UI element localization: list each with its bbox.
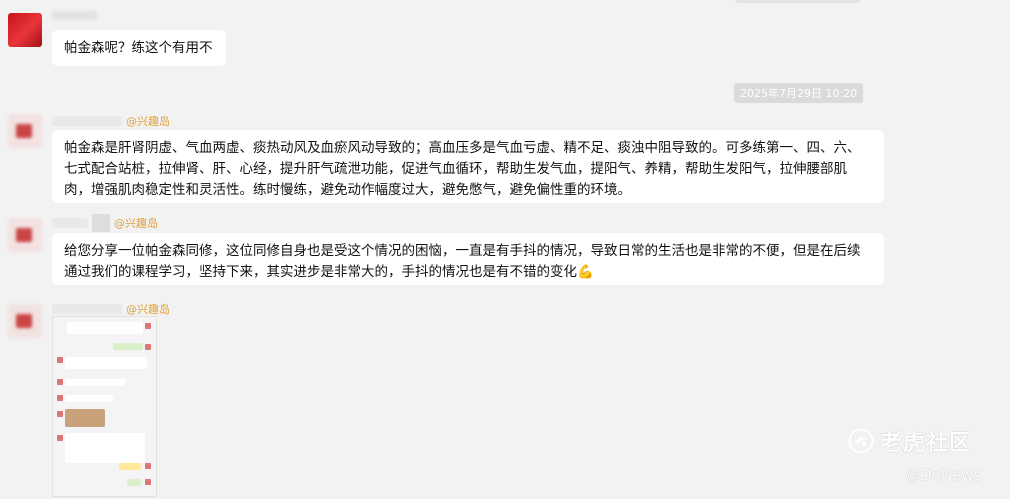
- watermark-credit: @DoNews: [905, 466, 982, 484]
- message-bubble[interactable]: 帕金森是肝肾阴虚、气血两虚、痰热动风及血瘀风动导致的；高血压多是气血亏虚、精不足…: [52, 130, 884, 203]
- chat-screenshot-image[interactable]: [52, 316, 157, 497]
- sender-name-blurred: [52, 115, 122, 126]
- avatar[interactable]: [8, 13, 42, 47]
- avatar[interactable]: [8, 218, 42, 252]
- message-bubble[interactable]: 给您分享一位帕金森同修，这位同修自身也是受这个情况的困恼，一直是有手抖的情况，导…: [52, 233, 884, 285]
- tiger-logo-icon: [848, 428, 874, 454]
- sender-mention: @兴趣岛: [126, 115, 170, 128]
- avatar[interactable]: [8, 304, 42, 338]
- sender-name-blurred: [52, 217, 88, 228]
- message-text: 帕金森呢？练这个有用不: [64, 40, 213, 56]
- message-text: 帕金森是肝肾阴虚、气血两虚、痰热动风及血瘀风动导致的；高血压多是气血亏虚、精不足…: [64, 140, 861, 198]
- sender-line: @兴趣岛: [52, 212, 158, 232]
- flexed-biceps-icon: 💪: [577, 264, 594, 280]
- sender-line: @兴趣岛: [52, 110, 170, 128]
- sender-mention: @兴趣岛: [114, 217, 158, 230]
- sender-name-blurred: [52, 303, 122, 314]
- sender-mention: @兴趣岛: [126, 303, 170, 316]
- watermark-logo: 老虎社区: [848, 425, 972, 457]
- sender-avatar-blurred: [92, 213, 110, 232]
- message-text: 给您分享一位帕金森同修，这位同修自身也是受这个情况的困恼，一直是有手抖的情况，导…: [64, 243, 861, 280]
- watermark-logo-text: 老虎社区: [880, 431, 973, 456]
- sender-line: @兴趣岛: [52, 298, 170, 316]
- timestamp: 2025年7月29日 10:20: [734, 83, 864, 103]
- sender-name-blurred: [52, 11, 97, 20]
- avatar[interactable]: [8, 114, 42, 148]
- top-scroll-fragment: [735, 0, 860, 3]
- message-bubble[interactable]: 帕金森呢？练这个有用不: [52, 30, 226, 66]
